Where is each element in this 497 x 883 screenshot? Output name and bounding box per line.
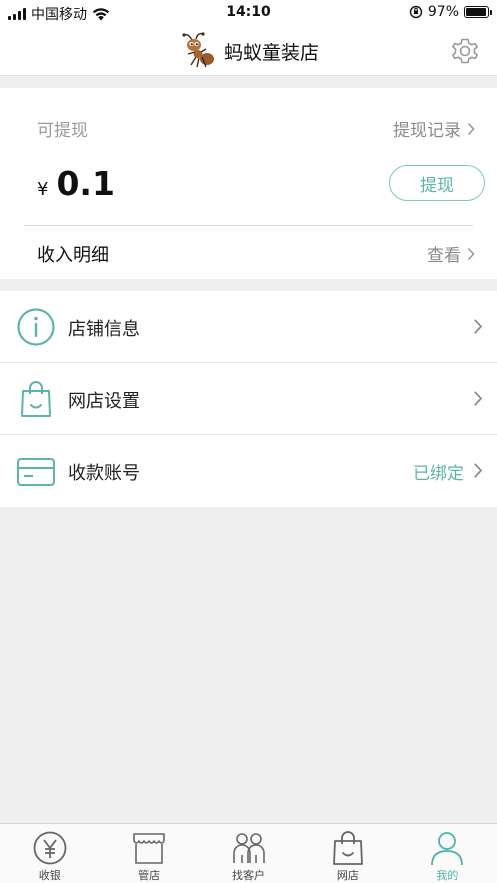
tab-label: 我的	[436, 869, 459, 882]
income-view-link[interactable]: 查看	[427, 241, 475, 266]
chevron-right-icon	[467, 247, 475, 260]
tab-label: 网店	[336, 869, 359, 882]
menu-list: 店铺信息 网店设置 收款账号 已绑定	[0, 291, 497, 507]
menu-item-shop-settings[interactable]: 网店设置	[0, 363, 497, 435]
nav-bar: 蚂蚁童装店	[0, 26, 497, 76]
tab-label: 收银	[38, 869, 61, 882]
chevron-right-icon	[474, 319, 483, 334]
menu-item-payment-account[interactable]: 收款账号 已绑定	[0, 435, 497, 507]
withdraw-record-link[interactable]: 提现记录	[393, 116, 475, 141]
tab-label: 管店	[138, 869, 161, 882]
orientation-lock-icon	[409, 5, 423, 19]
income-view-label: 查看	[427, 246, 461, 266]
income-details-label: 收入明细	[37, 245, 109, 266]
shopping-bag-icon	[21, 381, 51, 417]
currency-symbol: ¥	[37, 179, 49, 200]
withdrawable-label: 可提现	[37, 121, 88, 141]
withdraw-record-label: 提现记录	[393, 121, 461, 141]
tab-label: 找客户	[232, 869, 266, 882]
withdraw-button[interactable]: 提现	[389, 165, 485, 201]
card-icon	[17, 458, 55, 486]
screen: 中国移动 14:10 97% 蚂蚁童装店 可提现 提现记录 ¥ 0.1 提现 收…	[0, 0, 497, 883]
tab-manage-store[interactable]: 管店	[99, 824, 198, 883]
status-right: 97%	[409, 4, 492, 20]
battery-percent: 97%	[427, 4, 459, 20]
menu-item-label: 收款账号	[68, 463, 140, 484]
page-title: 蚂蚁童装店	[223, 41, 319, 64]
menu-item-label: 网店设置	[68, 391, 140, 412]
tab-cashier[interactable]: 收银	[0, 824, 99, 883]
balance-value: 0.1	[56, 164, 115, 203]
menu-item-label: 店铺信息	[68, 319, 140, 340]
people-icon	[232, 833, 265, 863]
tab-find-customers[interactable]: 找客户	[199, 824, 298, 883]
tab-online-shop[interactable]: 网店	[298, 824, 397, 883]
tab-bar: 收银 管店 找客户 网店 我的	[0, 823, 497, 883]
user-icon	[431, 832, 464, 866]
gear-icon[interactable]	[449, 35, 481, 67]
store-icon	[133, 833, 165, 864]
chevron-right-icon	[474, 391, 483, 406]
ant-mascot-icon	[182, 32, 214, 68]
battery-icon	[464, 6, 492, 18]
nav-title-wrap: 蚂蚁童装店	[0, 26, 497, 76]
balance-card: 可提现 提现记录 ¥ 0.1 提现 收入明细 查看	[0, 88, 497, 279]
yen-icon	[33, 831, 67, 865]
chevron-right-icon	[467, 122, 475, 135]
tab-me[interactable]: 我的	[398, 824, 497, 883]
balance-amount: ¥ 0.1	[37, 164, 115, 203]
info-icon	[17, 308, 55, 346]
bound-status: 已绑定	[413, 464, 464, 484]
menu-item-store-info[interactable]: 店铺信息	[0, 291, 497, 363]
status-bar: 中国移动 14:10 97%	[0, 0, 497, 26]
shopping-bag-icon	[333, 831, 363, 865]
income-details-row[interactable]: 收入明细 查看	[0, 226, 497, 279]
chevron-right-icon	[474, 463, 483, 478]
